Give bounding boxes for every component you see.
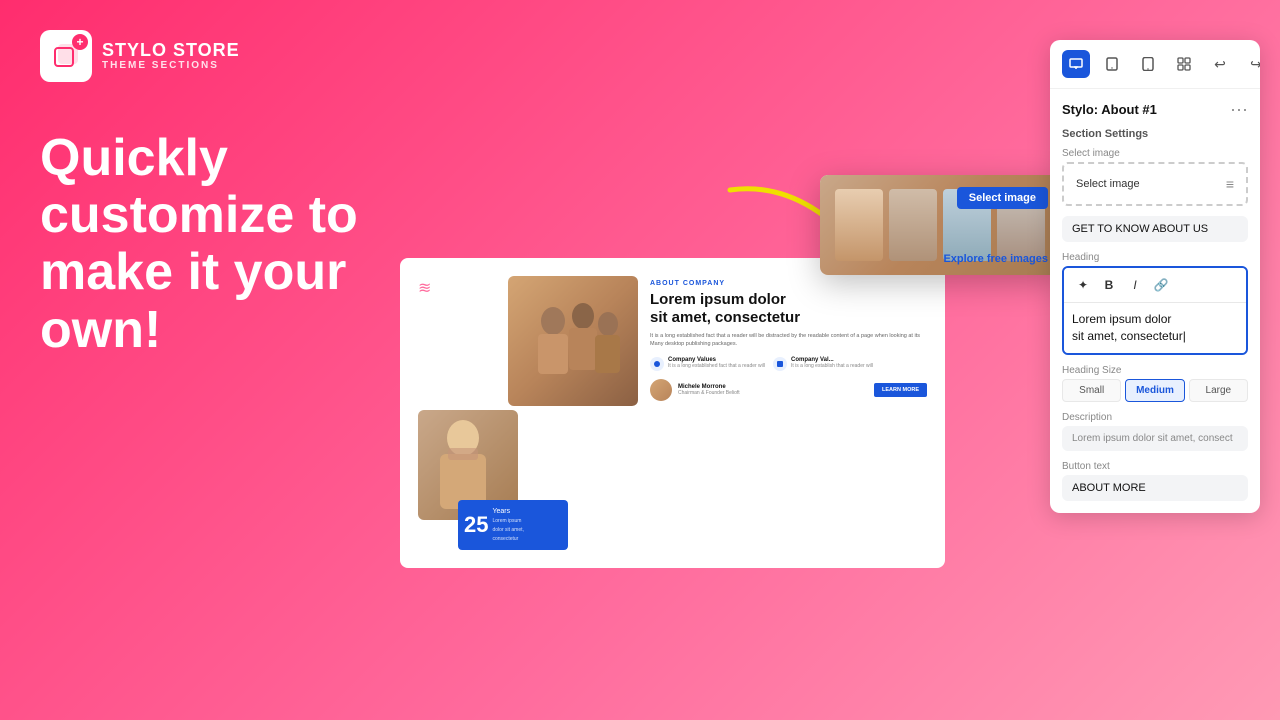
settings-panel: ↩ ↪ Save Stylo: About #1 ··· Section Set… [1050,40,1260,513]
panel-toolbar: ↩ ↪ Save [1050,40,1260,89]
description-label: Description [1062,412,1248,423]
person-figure-2 [889,189,937,261]
select-image-field: Select image Select image ≡ [1062,148,1248,206]
heading-size-row: Small Medium Large [1062,379,1248,402]
italic-button[interactable]: I [1124,274,1146,296]
rich-text-editor: ✦ B I 🔗 Lorem ipsum dolor sit amet, cons… [1062,266,1248,355]
image-upload-box[interactable]: Select image ≡ [1062,162,1248,206]
years-number: 25 [464,514,488,536]
logo: STYLO STORE THEME SECTIONS [40,30,240,82]
rich-editor-toolbar: ✦ B I 🔗 [1064,268,1246,303]
heading-label: Heading [1062,252,1248,263]
redo-button[interactable]: ↪ [1242,50,1260,78]
value-item-2: Company Val... It is a long establish th… [773,357,873,371]
images-column: ≋ [418,276,638,550]
tablet-view-button[interactable] [1098,50,1126,78]
rich-editor-content[interactable]: Lorem ipsum dolor sit amet, consectetur| [1064,303,1246,353]
section-settings-label: Section Settings [1050,124,1260,148]
more-options-icon[interactable]: ··· [1230,99,1248,120]
heading-size-label: Heading Size [1062,365,1248,376]
undo-button[interactable]: ↩ [1206,50,1234,78]
values-row: Company Values It is a long established … [650,357,927,371]
tag-input[interactable] [1062,216,1248,242]
panel-body: Select image Select image ≡ Heading ✦ B … [1050,148,1260,513]
logo-title: STYLO STORE [102,41,240,61]
preview-canvas: ≋ [400,258,945,568]
value-text-1: Company Values It is a long established … [668,357,765,371]
bold-button[interactable]: B [1098,274,1120,296]
value-text-2: Company Val... It is a long establish th… [791,357,873,371]
magic-icon[interactable]: ✦ [1072,274,1094,296]
panel-title: Stylo: About #1 [1062,102,1157,117]
description-input[interactable] [1062,426,1248,451]
mobile-view-button[interactable] [1134,50,1162,78]
desktop-view-button[interactable] [1062,50,1090,78]
person-figure-1 [835,189,883,261]
content-column: ABOUT COMPANY Lorem ipsum dolorsit amet,… [650,276,927,550]
about-preview: ≋ [418,276,927,550]
logo-text: STYLO STORE THEME SECTIONS [102,41,240,72]
learn-more-button[interactable]: LEARN MORE [874,383,927,397]
author-info: Michele Morrone Chairman & Founder Belio… [678,384,740,396]
value-item-1: Company Values It is a long established … [650,357,765,371]
size-small-button[interactable]: Small [1062,379,1121,402]
size-medium-button[interactable]: Medium [1125,379,1184,402]
upload-icon: ≡ [1226,176,1234,192]
select-image-button[interactable]: Select image [957,187,1048,209]
link-button[interactable]: 🔗 [1150,274,1172,296]
preview-description: It is a long established fact that a rea… [650,332,927,349]
button-text-label: Button text [1062,461,1248,472]
description-field: Description [1062,412,1248,451]
tag-field [1062,216,1248,242]
years-badge: 25 Years Lorem ipsumdolor sit amet,conse… [458,500,568,550]
toolbar-icons: ↩ ↪ [1062,50,1260,78]
logo-icon [40,30,92,82]
preview-heading: Lorem ipsum dolorsit amet, consectetur [650,291,927,327]
value-icon-1 [650,357,664,371]
preview-image-top [508,276,638,406]
heading-field: Heading ✦ B I 🔗 Lorem ipsum dolor sit am… [1062,252,1248,355]
button-text-field: Button text [1062,461,1248,501]
squiggle-decoration: ≋ [418,278,431,298]
value-icon-2 [773,357,787,371]
image-selector-popup: Select image Explore free images [820,175,1060,275]
panel-header: Stylo: About #1 ··· [1050,89,1260,124]
explore-images-button[interactable]: Explore free images [943,253,1048,265]
logo-subtitle: THEME SECTIONS [102,60,240,71]
heading-size-field: Heading Size Small Medium Large [1062,365,1248,402]
settings-button[interactable] [1170,50,1198,78]
author-row: Michele Morrone Chairman & Founder Belio… [650,379,927,401]
years-text: Years Lorem ipsumdolor sit amet,consecte… [492,507,523,543]
author-avatar [650,379,672,401]
image-preview-area: Select image Explore free images [820,175,1060,275]
size-large-button[interactable]: Large [1189,379,1248,402]
select-image-label: Select image [1062,148,1248,159]
image-upload-label: Select image [1076,178,1140,190]
button-text-input[interactable] [1062,475,1248,501]
lorem-years: Lorem ipsumdolor sit amet,consectetur [492,518,523,542]
